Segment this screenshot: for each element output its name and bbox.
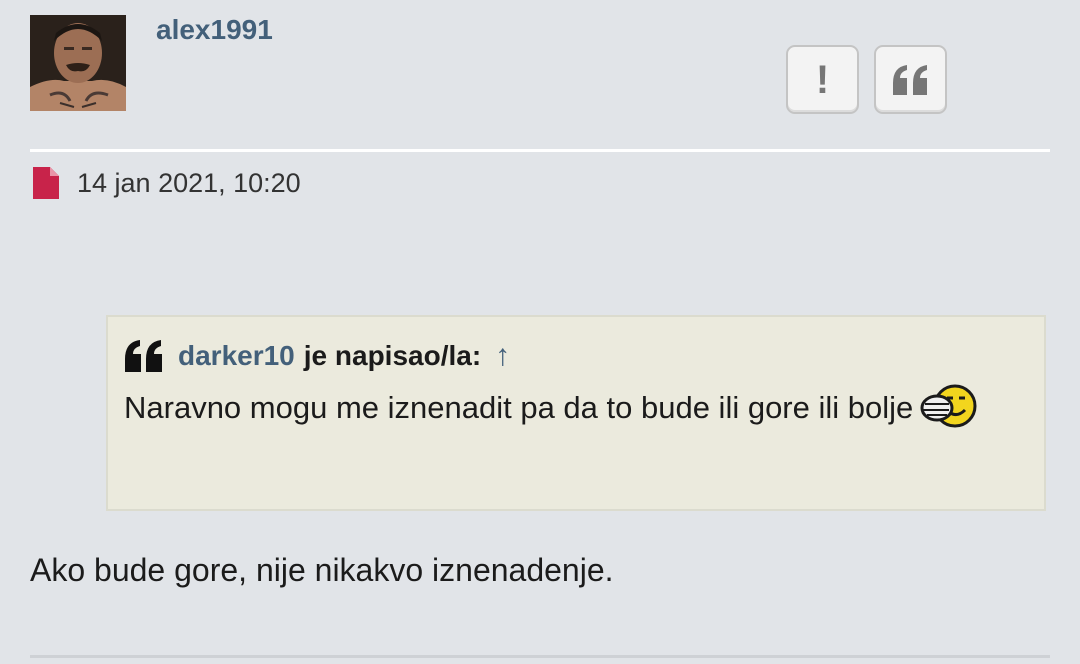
- quote-mark-icon: [125, 340, 162, 372]
- jump-to-quoted-post-link[interactable]: ↑: [495, 339, 510, 373]
- file-icon[interactable]: [33, 167, 59, 199]
- quote-header: darker10 je napisao/la: ↑: [124, 335, 1028, 377]
- quote-text-content: Naravno mogu me iznenadit pa da to bude …: [124, 390, 914, 425]
- post-body: Ako bude gore, nije nikakvo iznenadenje.: [30, 552, 614, 588]
- quote-block: darker10 je napisao/la: ↑ Naravno mogu m…: [106, 315, 1046, 511]
- quote-button[interactable]: [874, 45, 947, 114]
- smiley-emoji-icon: [919, 382, 977, 430]
- quote-icon: [892, 64, 927, 95]
- quote-author-link[interactable]: darker10: [178, 340, 295, 372]
- post-date: 14 jan 2021, 10:20: [77, 167, 301, 198]
- quote-wrote-label: je napisao/la:: [303, 340, 482, 371]
- post-divider: [30, 149, 1050, 152]
- report-button[interactable]: !: [786, 45, 859, 114]
- post-meta: 14 jan 2021, 10:20: [33, 167, 301, 199]
- quote-text: Naravno mogu me iznenadit pa da to bude …: [124, 381, 1024, 435]
- report-label: !: [815, 57, 830, 102]
- avatar[interactable]: [30, 15, 126, 111]
- post-bottom-divider: [30, 655, 1050, 658]
- post-author-link[interactable]: alex1991: [156, 14, 273, 46]
- user-avatar-photo: [30, 15, 126, 111]
